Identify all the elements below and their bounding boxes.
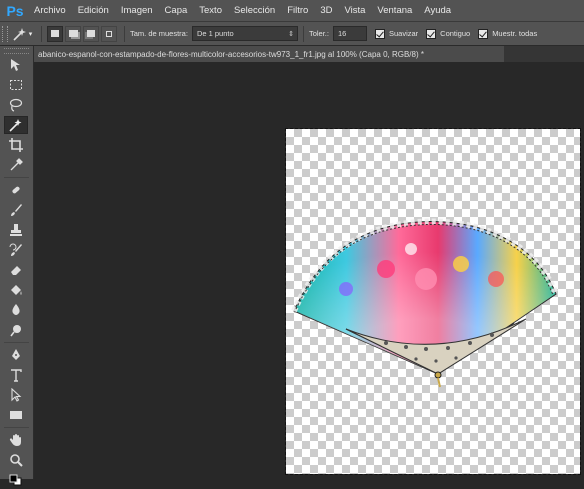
menu-ventana[interactable]: Ventana — [371, 5, 418, 16]
rectangle-icon — [10, 411, 22, 419]
rectangle-tool[interactable] — [4, 406, 28, 424]
hand-icon — [9, 434, 21, 446]
color-swatches[interactable] — [4, 471, 28, 489]
sample-size-value: De 1 punto — [196, 29, 234, 38]
sample-all-label: Muestr. todas — [492, 29, 538, 38]
clone-stamp-tool[interactable] — [4, 221, 28, 239]
chevron-down-icon: ▾ — [28, 30, 33, 38]
canvas-area[interactable] — [34, 62, 584, 479]
document-canvas[interactable] — [285, 128, 581, 475]
healing-brush-icon — [12, 186, 20, 194]
marquee-tool[interactable] — [4, 76, 28, 94]
healing-brush-tool[interactable] — [4, 181, 28, 199]
antialias-label: Suavizar — [388, 29, 419, 38]
magic-wand-tool[interactable] — [4, 116, 28, 134]
sample-size-select[interactable]: De 1 punto ⇕ — [191, 26, 298, 41]
divider — [124, 25, 125, 42]
path-selection-icon — [11, 388, 22, 402]
magic-wand-icon — [13, 27, 26, 41]
menu-vista[interactable]: Vista — [338, 5, 371, 16]
menu-filtro[interactable]: Filtro — [281, 5, 314, 16]
crop-tool[interactable] — [4, 136, 28, 154]
dodge-tool[interactable] — [4, 321, 28, 339]
paint-bucket-icon — [11, 285, 22, 295]
zoom-tool[interactable] — [4, 451, 28, 469]
menu-ayuda[interactable]: Ayuda — [418, 5, 457, 16]
menu-edicion[interactable]: Edición — [72, 5, 115, 16]
checkbox-checked-icon — [478, 28, 489, 39]
eraser-icon — [11, 266, 21, 275]
photoshop-logo: Ps — [6, 2, 24, 19]
document-tab-bar: abanico-espanol-con-estampado-de-flores-… — [34, 46, 584, 62]
divider — [4, 342, 29, 343]
history-brush-icon — [9, 243, 22, 256]
blur-tool[interactable] — [4, 301, 28, 319]
move-icon — [11, 59, 20, 71]
spinner-arrows-icon: ⇕ — [288, 30, 294, 38]
menu-seleccion[interactable]: Selección — [228, 5, 281, 16]
menu-bar: Ps Archivo Edición Imagen Capa Texto Sel… — [0, 0, 584, 22]
tools-panel — [0, 46, 34, 486]
lasso-tool[interactable] — [4, 96, 28, 114]
tolerance-label: Toler.: — [308, 29, 329, 38]
type-tool[interactable] — [4, 366, 28, 384]
add-selection-button[interactable] — [65, 25, 81, 42]
menu-3d[interactable]: 3D — [314, 5, 338, 16]
pen-tool[interactable] — [4, 346, 28, 364]
path-selection-tool[interactable] — [4, 386, 28, 404]
tolerance-input[interactable]: 16 — [332, 26, 367, 41]
brush-tool[interactable] — [4, 201, 28, 219]
contiguous-checkbox[interactable]: Contiguo — [426, 28, 471, 39]
document-tab[interactable]: abanico-espanol-con-estampado-de-flores-… — [34, 46, 504, 62]
eraser-tool[interactable] — [4, 261, 28, 279]
intersect-selection-button[interactable] — [101, 25, 117, 42]
new-selection-button[interactable] — [47, 25, 63, 42]
hand-tool[interactable] — [4, 431, 28, 449]
menu-capa[interactable]: Capa — [159, 5, 194, 16]
checkbox-checked-icon — [374, 28, 385, 39]
tools-panel-grip[interactable] — [4, 48, 29, 54]
options-bar: ▾ Tam. de muestra: De 1 punto ⇕ Toler.: … — [0, 22, 584, 46]
divider — [4, 427, 29, 428]
divider — [41, 25, 42, 42]
divider — [4, 177, 29, 178]
contiguous-label: Contiguo — [440, 29, 471, 38]
color-swatches-icon — [9, 474, 22, 486]
antialias-checkbox[interactable]: Suavizar — [374, 28, 419, 39]
marquee-icon — [10, 80, 22, 90]
brush-icon — [11, 204, 22, 216]
blur-icon — [12, 304, 20, 315]
history-brush-tool[interactable] — [4, 241, 28, 259]
subtract-selection-button[interactable] — [83, 25, 99, 42]
eyedropper-tool[interactable] — [4, 156, 28, 174]
sample-all-layers-checkbox[interactable]: Muestr. todas — [478, 28, 538, 39]
checkbox-checked-icon — [426, 28, 437, 39]
divider — [302, 25, 304, 42]
lasso-icon — [9, 98, 23, 112]
fan-image — [291, 218, 559, 388]
menu-archivo[interactable]: Archivo — [28, 5, 72, 16]
clone-stamp-icon — [10, 224, 22, 236]
menu-imagen[interactable]: Imagen — [115, 5, 159, 16]
zoom-icon — [10, 454, 23, 467]
move-tool[interactable] — [4, 56, 28, 74]
eyedropper-icon — [10, 158, 23, 171]
magic-wand-icon — [9, 119, 22, 132]
type-icon — [11, 369, 22, 382]
paint-bucket-tool[interactable] — [4, 281, 28, 299]
dodge-icon — [10, 325, 21, 337]
tool-preset-picker[interactable]: ▾ — [8, 24, 36, 44]
sample-size-label: Tam. de muestra: — [130, 29, 188, 38]
crop-icon — [9, 138, 23, 152]
pen-icon — [12, 349, 20, 360]
menu-texto[interactable]: Texto — [193, 5, 228, 16]
